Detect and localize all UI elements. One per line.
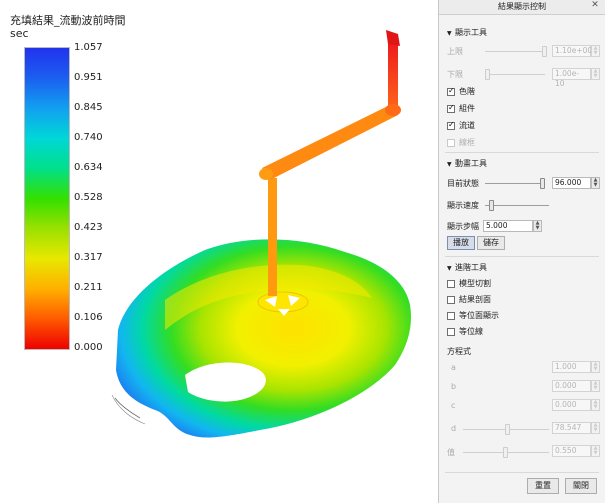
- checkbox-box[interactable]: [447, 327, 455, 336]
- step-label: 顯示步幅: [447, 222, 479, 231]
- section-equation: 方程式: [447, 347, 471, 356]
- checkbox-color-scale[interactable]: 色階: [447, 86, 475, 97]
- eq-label-a: a: [451, 363, 456, 372]
- checkbox-box[interactable]: [447, 103, 455, 113]
- speed-slider-track[interactable]: [485, 205, 549, 206]
- eq-field-b[interactable]: 0.000: [552, 380, 591, 392]
- upper-label: 上限: [447, 47, 463, 56]
- chevron-down-icon: ▼: [447, 30, 452, 37]
- checkbox-component[interactable]: 組件: [447, 103, 475, 114]
- close-icon[interactable]: ✕: [589, 0, 601, 10]
- lower-spinner[interactable]: ▲ ▼: [591, 68, 600, 80]
- checkbox-box[interactable]: [447, 86, 455, 96]
- checkbox-iso-line[interactable]: 等位線: [447, 326, 483, 337]
- upper-slider-thumb[interactable]: [542, 46, 547, 57]
- section-display-tools[interactable]: ▼ 顯示工具: [447, 27, 487, 38]
- state-value-field[interactable]: 96.000: [552, 177, 591, 189]
- upper-spinner[interactable]: ▲ ▼: [591, 45, 600, 57]
- state-spinner[interactable]: ▲ ▼: [591, 177, 600, 189]
- current-state-label: 目前狀態: [447, 179, 479, 188]
- checkbox-runner[interactable]: 流道: [447, 120, 475, 131]
- checkbox-box[interactable]: [447, 311, 455, 320]
- checkbox-wireframe[interactable]: 線框: [447, 137, 475, 148]
- eq-field-value[interactable]: 0.550: [552, 445, 591, 457]
- eq-spinner-c[interactable]: ▲ ▼: [591, 399, 600, 411]
- checkbox-box[interactable]: [447, 279, 455, 288]
- state-slider-thumb[interactable]: [540, 178, 545, 189]
- model-render: [111, 30, 411, 438]
- section-header: 進階工具: [455, 263, 487, 272]
- checkbox-box[interactable]: [447, 138, 455, 147]
- checkbox-iso-surface[interactable]: 等位面顯示: [447, 310, 499, 321]
- eq-field-d[interactable]: 78.547: [552, 422, 591, 434]
- result-viewport[interactable]: 充填結果_流動波前時間 sec 1.057 0.951 0.845 0.740 0.63…: [0, 0, 438, 503]
- eq-spinner-b[interactable]: ▲ ▼: [591, 380, 600, 392]
- chevron-down-icon: ▼: [447, 161, 452, 168]
- chevron-down-icon: ▼: [447, 265, 452, 272]
- divider: [445, 472, 599, 473]
- state-slider-track[interactable]: [485, 183, 545, 184]
- eq-spinner-d[interactable]: ▲ ▼: [591, 422, 600, 434]
- section-header: 顯示工具: [455, 28, 487, 37]
- speed-label: 顯示速度: [447, 201, 479, 210]
- save-button[interactable]: 儲存: [477, 236, 505, 250]
- eq-field-a[interactable]: 1.000: [552, 361, 591, 373]
- eq-spinner-a[interactable]: ▲ ▼: [591, 361, 600, 373]
- reset-button[interactable]: 重置: [527, 478, 559, 494]
- lower-slider-thumb[interactable]: [485, 69, 490, 80]
- lower-value-field[interactable]: 1.00e-10: [552, 68, 591, 88]
- step-spinner[interactable]: ▲ ▼: [533, 220, 542, 232]
- section-header: 動畫工具: [455, 159, 487, 168]
- step-value-field[interactable]: 5.000: [483, 220, 533, 232]
- section-advanced-tools[interactable]: ▼ 進階工具: [447, 262, 487, 273]
- checkbox-box[interactable]: [447, 120, 455, 130]
- result-display-panel: 結果顯示控制 ✕ ▼ 顯示工具 上限 1.10e+00 ▲ ▼ 下限 1.00e-1…: [438, 0, 605, 503]
- upper-slider-track[interactable]: [485, 51, 545, 52]
- eq-label-b: b: [451, 382, 457, 391]
- lower-label: 下限: [447, 70, 463, 79]
- eq-slider-value-thumb[interactable]: [503, 447, 508, 458]
- eq-slider-d-thumb[interactable]: [505, 424, 510, 435]
- lower-slider-track[interactable]: [485, 74, 545, 75]
- divider: [445, 152, 599, 153]
- divider: [445, 256, 599, 257]
- eq-label-value: 值: [447, 448, 455, 457]
- upper-value-field[interactable]: 1.10e+00: [552, 45, 592, 57]
- close-button[interactable]: 關閉: [565, 478, 597, 494]
- eq-field-c[interactable]: 0.000: [552, 399, 591, 411]
- checkbox-model-cut[interactable]: 模型切割: [447, 278, 491, 289]
- panel-title: 結果顯示控制: [439, 0, 605, 15]
- section-animation-tools[interactable]: ▼ 動畫工具: [447, 158, 487, 169]
- eq-spinner-value[interactable]: ▲ ▼: [591, 445, 600, 457]
- eq-label-d: d: [451, 424, 457, 433]
- checkbox-box[interactable]: [447, 295, 455, 304]
- play-button[interactable]: 播放: [447, 236, 475, 250]
- eq-label-c: c: [451, 401, 456, 410]
- checkbox-result-section[interactable]: 結果剖面: [447, 294, 491, 305]
- speed-slider-thumb[interactable]: [489, 200, 494, 211]
